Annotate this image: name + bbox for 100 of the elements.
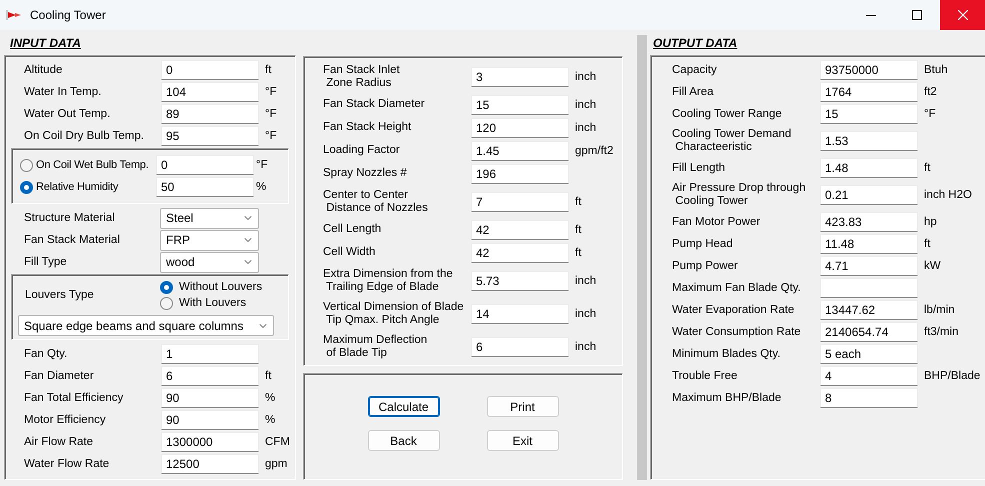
- input-field[interactable]: 104: [161, 82, 259, 102]
- unit-label: Btuh: [924, 64, 948, 76]
- action-button[interactable]: Print: [486, 396, 558, 417]
- radio-button[interactable]: [20, 180, 33, 194]
- unit-label: %: [265, 392, 276, 404]
- field-label: Water Evaporation Rate: [672, 304, 794, 316]
- unit-label: inch: [575, 308, 596, 320]
- input-field[interactable]: 8: [820, 388, 918, 408]
- radio-button[interactable]: [160, 281, 173, 294]
- section-title: OUTPUT DATA: [653, 36, 738, 50]
- radio-label[interactable]: Without Louvers: [179, 281, 262, 294]
- unit-label: ft2: [924, 86, 937, 98]
- unit-label: CFM: [265, 436, 290, 448]
- field-label: Loading Factor: [323, 144, 400, 157]
- input-field[interactable]: 1.48: [820, 158, 918, 178]
- input-field[interactable]: 14: [471, 304, 569, 324]
- input-field[interactable]: 5 each: [820, 344, 918, 364]
- unit-label: inch: [575, 122, 596, 134]
- field-label: Louvers Type: [25, 289, 94, 302]
- input-field[interactable]: 93750000: [820, 60, 918, 80]
- input-field[interactable]: 3: [471, 66, 569, 86]
- unit-label: inch: [575, 274, 596, 286]
- action-button[interactable]: Calculate: [368, 396, 440, 417]
- minimize-icon[interactable]: [866, 14, 876, 16]
- input-field[interactable]: 12500: [161, 454, 259, 474]
- input-field[interactable]: 1.45: [471, 140, 569, 160]
- radio-label[interactable]: Relative Humidity: [36, 180, 118, 194]
- unit-label: ft: [575, 224, 582, 236]
- action-button[interactable]: Exit: [486, 430, 558, 451]
- radio-button[interactable]: [20, 158, 33, 172]
- input-field[interactable]: 1: [161, 344, 259, 364]
- dropdown[interactable]: FRP: [160, 230, 259, 250]
- field-label: Fan Diameter: [24, 370, 94, 382]
- field-label: Fill Length: [672, 162, 726, 174]
- radio-label[interactable]: On Coil Wet Bulb Temp.: [36, 158, 149, 172]
- field-label: Pump Power: [672, 260, 738, 272]
- input-field[interactable]: 15: [471, 94, 569, 114]
- unit-label: gpm: [265, 458, 288, 470]
- app-icon: [6, 8, 22, 22]
- unit-label: °F: [265, 108, 277, 120]
- field-label: Motor Efficiency: [24, 414, 106, 426]
- radio-label[interactable]: With Louvers: [179, 297, 246, 310]
- input-field[interactable]: [820, 278, 918, 298]
- field-label: Fan Stack Diameter: [323, 98, 425, 111]
- unit-label: %: [265, 414, 276, 426]
- input-field[interactable]: 0: [156, 155, 254, 175]
- window-title: Cooling Tower: [30, 8, 107, 22]
- field-label: Minimum Blades Qty.: [672, 348, 780, 360]
- input-field[interactable]: 89: [161, 104, 259, 124]
- input-field[interactable]: 7: [471, 192, 569, 212]
- input-field[interactable]: 120: [471, 118, 569, 138]
- input-field[interactable]: 42: [471, 242, 569, 262]
- close-icon: [958, 10, 968, 20]
- input-field[interactable]: 0.21: [820, 185, 918, 205]
- input-field[interactable]: 95: [161, 126, 259, 146]
- field-label: Fan Qty.: [24, 348, 68, 360]
- input-field[interactable]: 6: [471, 336, 569, 356]
- unit-label: inch: [575, 70, 596, 82]
- input-field[interactable]: 1.53: [820, 131, 918, 151]
- dropdown[interactable]: Square edge beams and square columns: [18, 315, 274, 336]
- field-label: Water Consumption Rate: [672, 326, 801, 338]
- input-field[interactable]: 5.73: [471, 270, 569, 290]
- unit-label: °F: [924, 108, 936, 120]
- input-field[interactable]: 4.71: [820, 256, 918, 276]
- input-field[interactable]: 1300000: [161, 432, 259, 452]
- close-button[interactable]: [940, 0, 985, 30]
- input-field[interactable]: 13447.62: [820, 300, 918, 320]
- unit-label: lb/min: [924, 304, 955, 316]
- input-field[interactable]: 90: [161, 410, 259, 430]
- input-field[interactable]: 42: [471, 220, 569, 240]
- unit-label: inch: [575, 98, 596, 110]
- input-field[interactable]: 90: [161, 388, 259, 408]
- unit-label: °F: [265, 86, 277, 98]
- input-field[interactable]: 15: [820, 104, 918, 124]
- field-label: Pump Head: [672, 238, 733, 250]
- input-field[interactable]: 6: [161, 366, 259, 386]
- unit-label: ft: [575, 196, 582, 208]
- field-label: Structure Material: [24, 212, 115, 224]
- input-field[interactable]: 4: [820, 366, 918, 386]
- input-field[interactable]: 50: [156, 177, 254, 197]
- field-label: Fan Stack Inlet Zone Radius: [323, 64, 400, 90]
- input-field[interactable]: 11.48: [820, 234, 918, 254]
- input-field[interactable]: 423.83: [820, 212, 918, 232]
- input-field[interactable]: 1764: [820, 82, 918, 102]
- field-label: Cooling Tower Range: [672, 108, 782, 120]
- input-field[interactable]: 0: [161, 60, 259, 80]
- input-field[interactable]: 196: [471, 164, 569, 184]
- field-label: Center to Center Distance of Nozzles: [323, 188, 428, 214]
- dropdown[interactable]: wood: [160, 252, 259, 272]
- radio-button[interactable]: [160, 297, 173, 310]
- field-label: Fan Motor Power: [672, 216, 760, 228]
- field-label: Maximum Fan Blade Qty.: [672, 282, 801, 294]
- dropdown[interactable]: Steel: [160, 208, 259, 228]
- field-label: Cell Length: [323, 223, 382, 236]
- unit-label: inch: [575, 340, 596, 352]
- maximize-icon[interactable]: [912, 10, 922, 20]
- input-field[interactable]: 2140654.74: [820, 322, 918, 342]
- action-button[interactable]: Back: [368, 430, 440, 451]
- unit-label: BHP/Blade: [924, 370, 980, 382]
- field-label: Fan Stack Material: [24, 234, 120, 246]
